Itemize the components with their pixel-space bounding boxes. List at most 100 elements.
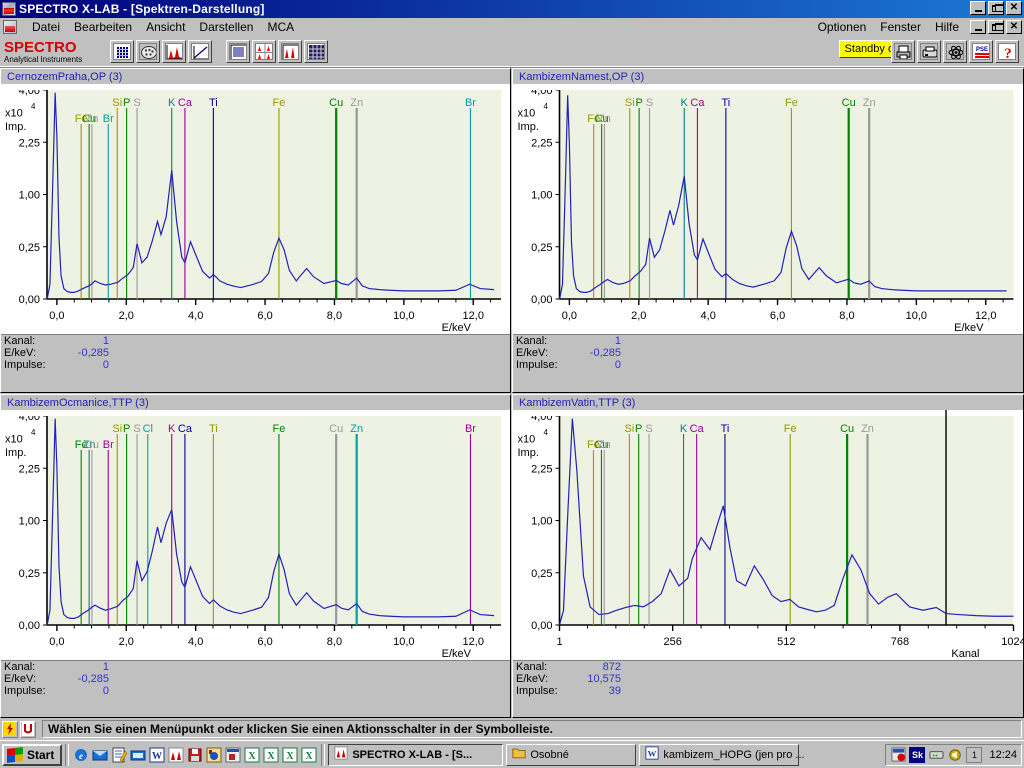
svg-text:x10: x10: [518, 433, 536, 445]
panel-2-impulse-value: 0: [614, 359, 621, 371]
menu-ansicht[interactable]: Ansicht: [139, 19, 192, 35]
panel-4-kanal-value: 872: [602, 661, 621, 673]
modem-tray-icon[interactable]: [928, 747, 944, 763]
menu-bearbeiten[interactable]: Bearbeiten: [67, 19, 139, 35]
menu-mca[interactable]: MCA: [260, 19, 301, 35]
svg-text:0,25: 0,25: [531, 568, 552, 580]
menu-fenster[interactable]: Fenster: [873, 19, 928, 35]
minimize-button[interactable]: [970, 1, 986, 15]
taskbar-button-osobne[interactable]: Osobné: [506, 743, 637, 766]
svg-text:X: X: [287, 751, 295, 762]
scheduler-tray-icon[interactable]: [890, 747, 906, 763]
lightning-status-icon[interactable]: [2, 720, 18, 738]
menu-bar-right: Optionen Fenster Hilfe: [811, 18, 966, 36]
svg-text:4,0: 4,0: [188, 636, 203, 648]
svg-text:Ca: Ca: [178, 423, 193, 435]
window-title: SPECTRO X-LAB - [Spektren-Darstellung]: [19, 2, 265, 16]
excel-icon-1[interactable]: X: [243, 746, 261, 764]
svg-text:0,0: 0,0: [49, 636, 64, 648]
help-button[interactable]: ?: [995, 40, 1019, 63]
print-report-button[interactable]: [891, 40, 915, 63]
toolbar-group-center: [226, 40, 330, 63]
folder-icon: [512, 747, 526, 762]
mdi-close-button[interactable]: ✕: [1006, 20, 1022, 34]
svg-text:4,0: 4,0: [701, 310, 716, 322]
menu-darstellen[interactable]: Darstellen: [192, 19, 260, 35]
svg-text:Zn: Zn: [350, 423, 363, 435]
menu-datei[interactable]: Datei: [25, 19, 67, 35]
svg-text:Br: Br: [103, 439, 114, 451]
spectro-icon[interactable]: [167, 746, 185, 764]
start-label: Start: [27, 747, 55, 762]
periodic-table-button[interactable]: PSE: [969, 40, 993, 63]
console-icon[interactable]: [129, 746, 147, 764]
svg-text:P: P: [123, 423, 130, 435]
grid-table-button[interactable]: [304, 40, 328, 63]
taskbar-button-word[interactable]: W kambizem_HOPG (jen pro ...: [639, 743, 805, 766]
display-tray-icon[interactable]: 1: [966, 746, 983, 763]
word-task-icon: W: [645, 746, 659, 763]
outlook-express-icon[interactable]: [91, 746, 109, 764]
panel-3-plot[interactable]: 4,00 2,25 1,00 0,25 0,00 x10 4 Imp. 0,0 2,0 4,0 6,0…: [1, 410, 510, 660]
sample-tray-button[interactable]: [136, 40, 160, 63]
internet-explorer-icon[interactable]: e: [72, 746, 90, 764]
excel-icon-4[interactable]: X: [300, 746, 318, 764]
panel-2-plot[interactable]: 4,00 2,25 1,00 0,25 0,00 x10 4 Imp. 0,0 2,0 4,0 6,0…: [513, 84, 1023, 334]
single-spectrum-button[interactable]: [278, 40, 302, 63]
sample-changer-button[interactable]: [110, 40, 134, 63]
close-button[interactable]: ✕: [1006, 1, 1022, 15]
panel-4-plot[interactable]: 4,00 2,25 1,00 0,25 0,00 x10 4 Imp. 1 256 512 768 10…: [513, 410, 1023, 660]
spectrum-view-button[interactable]: [162, 40, 186, 63]
panel-2-infobar: Kanal: 1 E/keV: -0,285 Impulse: 0: [513, 334, 1023, 371]
svg-text:4,0: 4,0: [188, 310, 203, 322]
menu-hilfe[interactable]: Hilfe: [928, 19, 966, 35]
spectrum-panel-2[interactable]: KambizemNamest,OP (3) 4,0 0 2,25 1,00 0,25 0,…: [512, 68, 1024, 393]
save-icon[interactable]: [186, 746, 204, 764]
mdi-minimize-button[interactable]: [970, 20, 986, 34]
mdi-restore-button[interactable]: [988, 20, 1004, 34]
panel-3-kanal-label: Kanal:: [4, 661, 36, 673]
panel-4-ekev-label: E/keV:: [516, 673, 548, 685]
panel-2-impulse-label: Impulse:: [516, 359, 558, 371]
calibration-line-button[interactable]: [188, 40, 212, 63]
document-icon[interactable]: [3, 20, 17, 34]
notepad-icon[interactable]: [110, 746, 128, 764]
status-bar: Wählen Sie einen Menüpunkt oder klicken …: [0, 718, 1024, 740]
word-icon[interactable]: W: [148, 746, 166, 764]
svg-text:0,00: 0,00: [531, 620, 552, 632]
panel-1-plot[interactable]: 4,00 2,25 1,00 0,25 0,00 x10 4 Imp. 0,0 2,0 4,0 6,0…: [1, 84, 510, 334]
svg-text:Imp.: Imp.: [5, 447, 26, 459]
svg-text:2,0: 2,0: [119, 636, 134, 648]
panel-1-impulse-label: Impulse:: [4, 359, 46, 371]
restore-button[interactable]: [988, 1, 1004, 15]
svg-text:10,0: 10,0: [906, 310, 927, 322]
svg-text:0,25: 0,25: [19, 242, 40, 254]
excel-icon-3[interactable]: X: [281, 746, 299, 764]
panel-3-title: KambizemOcmanice,TTP (3): [1, 395, 510, 410]
tube-status-icon[interactable]: [20, 720, 36, 738]
svg-text:2,0: 2,0: [631, 310, 646, 322]
taskbar-button-spectro[interactable]: SPECTRO X-LAB - [S...: [328, 743, 504, 766]
svg-text:0,00: 0,00: [19, 620, 40, 632]
multi-spectra-button[interactable]: [252, 40, 276, 63]
atom-button[interactable]: [943, 40, 967, 63]
taskbar-separator-2: [321, 743, 326, 766]
printer-button[interactable]: [917, 40, 941, 63]
spectrum-panel-3[interactable]: KambizemOcmanice,TTP (3) 4,0 0 2,25 1,00 0,2…: [0, 394, 511, 718]
svg-text:K: K: [681, 97, 689, 109]
keyboard-layout-icon[interactable]: Sk: [909, 746, 926, 763]
spectrum-panel-4[interactable]: KambizemVatin,TTP (3) 4,00 2,25 1,00 0,25 0,…: [512, 394, 1024, 718]
mdi-client-area: CernozemPraha,OP (3) 4,0 0 2,25 1,00 0,25 0,0…: [0, 68, 1024, 718]
volume-tray-icon[interactable]: [947, 747, 963, 763]
chart-icon[interactable]: [205, 746, 223, 764]
panel-4-impulse-value: 39: [608, 685, 621, 697]
spectrum-panel-1[interactable]: CernozemPraha,OP (3) 4,0 0 2,25 1,00 0,25 0,0…: [0, 68, 511, 393]
results-table-button[interactable]: [226, 40, 250, 63]
window-icon[interactable]: [224, 746, 242, 764]
svg-text:Ti: Ti: [721, 97, 730, 109]
start-button[interactable]: Start: [2, 743, 63, 766]
excel-icon-2[interactable]: X: [262, 746, 280, 764]
svg-text:Cu: Cu: [842, 97, 856, 109]
svg-text:0,00: 0,00: [531, 294, 552, 306]
menu-optionen[interactable]: Optionen: [811, 19, 874, 35]
